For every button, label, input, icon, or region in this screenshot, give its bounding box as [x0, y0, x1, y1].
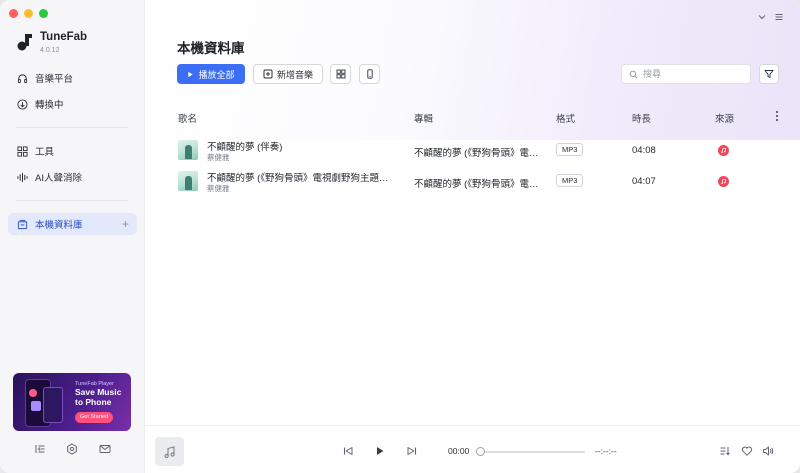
play-icon [188, 71, 194, 77]
promo-get-started-button[interactable]: Get Started [75, 412, 114, 423]
add-playlist-plus-icon[interactable]: + [122, 217, 129, 231]
minimize-window-button[interactable] [24, 9, 33, 18]
filter-button[interactable] [759, 64, 779, 84]
format-badge: MP3 [556, 174, 584, 187]
waveform-icon [17, 172, 28, 182]
promo-banner[interactable]: TuneFab Player Save Music to Phone Get S… [13, 373, 131, 431]
add-music-label: 新增音樂 [276, 69, 313, 80]
zoom-window-button[interactable] [39, 9, 48, 18]
sidebar-item-label: 音樂平台 [35, 74, 74, 85]
app-window: TuneFab 4.0.12 音樂平台 轉換中 工具 AI人聲消除 本機資料庫 … [0, 0, 800, 473]
sidebar-item-label: AI人聲消除 [35, 173, 82, 184]
chevron-down-icon[interactable] [757, 12, 767, 22]
music-note-icon [163, 445, 175, 458]
sidebar-item-label: 轉換中 [35, 100, 64, 111]
column-header-duration[interactable]: 時長 [632, 111, 651, 125]
download-circle-icon [17, 98, 28, 110]
app-name: TuneFab [40, 31, 88, 43]
sidebar-item-label: 工具 [35, 147, 55, 158]
sidebar-item-ai-vocal-remover[interactable]: AI人聲消除 [8, 166, 137, 188]
song-album: 不顧醒的夢 (《野狗骨頭》電… [414, 148, 539, 159]
device-button[interactable] [359, 64, 380, 84]
now-playing-cover[interactable] [155, 437, 184, 466]
filter-icon [764, 70, 774, 78]
playlist-order-icon[interactable] [719, 445, 731, 457]
table-row[interactable]: 不顧醒的夢 (《野狗骨頭》電視劇野狗主題… 蔡健雅 不顧醒的夢 (《野狗骨頭》電… [175, 168, 787, 198]
table-row[interactable]: 不顧醒的夢 (伴奏) 蔡健雅 不顧醒的夢 (《野狗骨頭》電… MP3 04:08 [175, 137, 787, 167]
headphones-icon [17, 73, 28, 83]
album-art-illustration [31, 401, 41, 411]
apple-music-source-icon [718, 176, 729, 187]
song-title: 不顧醒的夢 (伴奏) [207, 142, 283, 153]
column-header-album[interactable]: 專輯 [414, 111, 433, 125]
search-input[interactable] [643, 69, 743, 79]
play-all-label: 播放全部 [198, 69, 235, 80]
search-box[interactable] [621, 64, 751, 84]
collapse-sidebar-icon[interactable] [34, 443, 46, 455]
hamburger-menu-icon[interactable] [774, 12, 784, 22]
promo-headline: Save Music to Phone [75, 387, 122, 407]
play-icon[interactable] [374, 445, 386, 457]
song-duration: 04:08 [632, 145, 656, 156]
phone-icon [366, 69, 373, 79]
phone-illustration [43, 387, 63, 423]
grid-view-icon [336, 69, 345, 79]
song-album: 不顧醒的夢 (《野狗骨頭》電… [414, 179, 539, 190]
progress-track[interactable] [478, 451, 585, 453]
settings-hexagon-icon[interactable] [66, 443, 78, 455]
format-badge: MP3 [556, 143, 584, 156]
song-duration: 04:07 [632, 176, 656, 187]
progress-handle[interactable] [476, 447, 485, 456]
window-menu-controls [757, 12, 784, 22]
sidebar-footer [0, 443, 145, 455]
sidebar-divider [16, 127, 128, 128]
mail-icon[interactable] [99, 443, 111, 455]
sidebar-item-local-library[interactable]: 本機資料庫 + [8, 213, 137, 235]
page-title: 本機資料庫 [177, 41, 245, 56]
more-options-icon[interactable] [773, 109, 781, 123]
current-time: 00:00 [448, 446, 470, 456]
player-bar: 00:00 --:--:-- [145, 425, 800, 473]
song-artist: 蔡健雅 [207, 153, 230, 162]
song-title: 不顧醒的夢 (《野狗骨頭》電視劇野狗主題… [207, 173, 389, 184]
total-time: --:--:-- [595, 446, 617, 456]
grid-view-button[interactable] [330, 64, 351, 84]
column-header-song[interactable]: 歌名 [178, 111, 197, 125]
main-content: 本機資料庫 播放全部 新增音樂 歌名 專輯 格式 時長 來源 [145, 0, 800, 473]
sidebar-item-music-platform[interactable]: 音樂平台 [8, 67, 137, 89]
song-artist: 蔡健雅 [207, 184, 230, 193]
album-cover [178, 140, 198, 160]
column-header-source[interactable]: 來源 [715, 111, 734, 125]
app-version: 4.0.12 [40, 47, 60, 54]
sidebar-item-label: 本機資料庫 [35, 220, 83, 231]
grid-icon [17, 145, 28, 157]
close-window-button[interactable] [9, 9, 18, 18]
volume-icon[interactable] [762, 445, 774, 457]
music-note-illustration [29, 389, 37, 397]
apple-music-source-icon [718, 145, 729, 156]
add-square-icon [263, 69, 273, 79]
library-icon [17, 219, 28, 229]
tunefab-logo-icon [17, 34, 32, 51]
window-traffic-lights [9, 9, 48, 18]
search-icon [629, 70, 638, 78]
album-cover [178, 171, 198, 191]
next-track-icon[interactable] [406, 445, 418, 457]
add-music-button[interactable]: 新增音樂 [253, 64, 323, 84]
previous-track-icon[interactable] [342, 445, 354, 457]
play-all-button[interactable]: 播放全部 [177, 64, 245, 84]
column-header-format[interactable]: 格式 [556, 111, 575, 125]
app-logo: TuneFab 4.0.12 [16, 31, 87, 54]
sidebar-divider [16, 200, 128, 201]
sidebar: TuneFab 4.0.12 音樂平台 轉換中 工具 AI人聲消除 本機資料庫 … [0, 0, 145, 473]
sidebar-item-tools[interactable]: 工具 [8, 140, 137, 162]
heart-icon[interactable] [741, 445, 753, 457]
sidebar-item-converting[interactable]: 轉換中 [8, 93, 137, 115]
